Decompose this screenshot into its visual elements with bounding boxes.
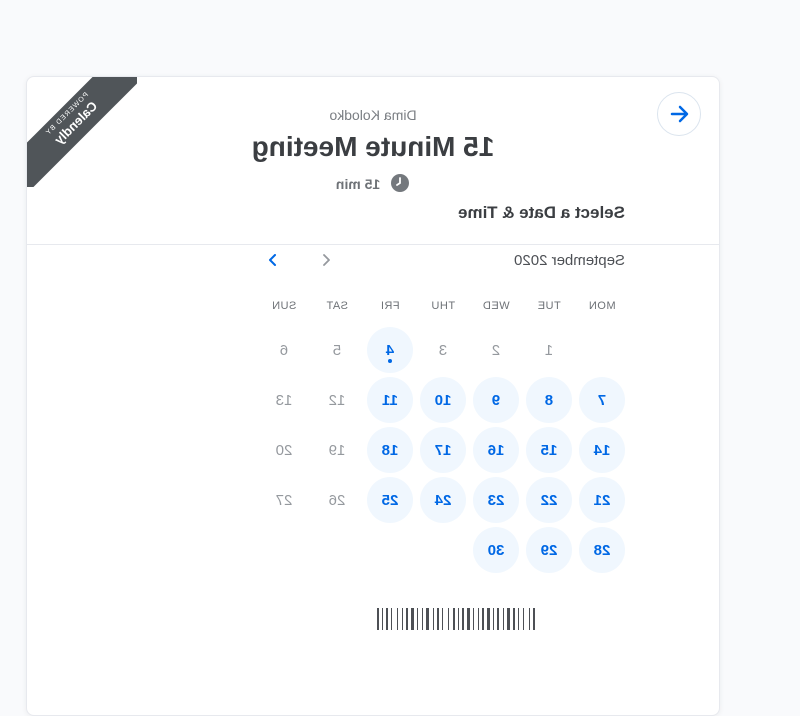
powered-by-badge[interactable]: POWERED BY Calendly <box>27 77 137 187</box>
barcode-bar <box>507 608 510 630</box>
weekday-fri: FRI <box>380 300 400 312</box>
day-23[interactable]: 23 <box>473 477 519 523</box>
day-1: 1 <box>544 341 554 359</box>
weekday-thu: THU <box>430 300 456 312</box>
day-21[interactable]: 21 <box>579 477 625 523</box>
day-27: 27 <box>275 491 293 509</box>
day-24[interactable]: 24 <box>420 477 466 523</box>
barcode-bar <box>417 608 418 630</box>
barcode-bar <box>402 608 403 630</box>
day-28[interactable]: 28 <box>579 527 625 573</box>
arrow-left-icon <box>670 105 689 123</box>
barcode-bar <box>397 608 398 630</box>
barcode-bar <box>493 608 494 630</box>
barcode-bar <box>487 608 490 630</box>
day-25[interactable]: 25 <box>367 477 413 523</box>
day-13: 13 <box>275 391 293 409</box>
day-5: 5 <box>332 341 342 359</box>
day-30[interactable]: 30 <box>473 527 519 573</box>
weekday-mon: MON <box>588 300 616 312</box>
weekday-header-row: MON TUE WED THU FRI SAT SUN <box>250 300 625 316</box>
barcode-bar <box>406 608 408 630</box>
weekday-tue: TUE <box>537 300 561 312</box>
day-29[interactable]: 29 <box>526 527 572 573</box>
day-15[interactable]: 15 <box>526 427 572 473</box>
barcode-bar <box>442 608 443 630</box>
barcode-bar <box>482 608 484 630</box>
barcode-bar <box>426 608 429 630</box>
clock-icon <box>391 174 410 192</box>
barcode-bar <box>377 608 379 630</box>
barcode-bar <box>497 608 499 630</box>
barcode-bar <box>518 608 519 630</box>
day-17[interactable]: 17 <box>420 427 466 473</box>
barcode-bar <box>523 608 524 630</box>
prev-month-button[interactable] <box>311 245 341 275</box>
day-16[interactable]: 16 <box>473 427 519 473</box>
barcode-bar <box>462 608 464 630</box>
ribbon: POWERED BY Calendly <box>27 77 137 187</box>
barcode-bar <box>382 608 383 630</box>
day-4[interactable]: 4 <box>367 327 413 373</box>
mirrored-page: Dima Kolodko 15 Minute Meeting 15 min PO… <box>0 0 800 716</box>
barcode-bar <box>453 608 455 630</box>
chevron-left-icon <box>323 254 330 266</box>
day-10[interactable]: 10 <box>420 377 466 423</box>
month-label: September 2020 <box>514 252 625 269</box>
duration-label: 15 min <box>335 176 381 192</box>
barcode-bar <box>478 608 479 630</box>
barcode-bar <box>513 608 515 630</box>
barcode-bar <box>458 608 459 630</box>
barcode-bar <box>473 608 474 630</box>
barcode-bar <box>422 608 423 630</box>
barcode-bar <box>467 608 470 630</box>
day-9[interactable]: 9 <box>473 377 519 423</box>
weekday-wed: WED <box>482 300 510 312</box>
barcode-bar <box>386 608 388 630</box>
day-2: 2 <box>491 341 501 359</box>
day-3: 3 <box>438 341 448 359</box>
barcode-bar <box>411 608 414 630</box>
day-7[interactable]: 7 <box>579 377 625 423</box>
barcode-bar <box>529 608 530 630</box>
day-26: 26 <box>328 491 346 509</box>
barcode-bar <box>448 608 449 630</box>
barcode-bar <box>437 608 439 630</box>
barcode-bar <box>433 608 434 630</box>
chevron-right-icon <box>269 254 276 266</box>
day-22[interactable]: 22 <box>526 477 572 523</box>
barcode-graphic <box>377 608 535 630</box>
day-19: 19 <box>328 441 346 459</box>
day-11[interactable]: 11 <box>367 377 413 423</box>
day-18[interactable]: 18 <box>367 427 413 473</box>
next-month-button[interactable] <box>258 245 288 275</box>
weekday-sat: SAT <box>325 300 349 312</box>
barcode-bar <box>533 608 535 630</box>
back-button[interactable] <box>657 92 701 136</box>
day-8[interactable]: 8 <box>526 377 572 423</box>
weekday-sun: SUN <box>271 300 297 312</box>
barcode-bar <box>503 608 504 630</box>
day-20: 20 <box>275 441 293 459</box>
barcode-bar <box>391 608 392 630</box>
section-title: Select a Date & Time <box>458 203 625 222</box>
day-14[interactable]: 14 <box>579 427 625 473</box>
day-12: 12 <box>328 391 346 409</box>
day-6: 6 <box>279 341 289 359</box>
